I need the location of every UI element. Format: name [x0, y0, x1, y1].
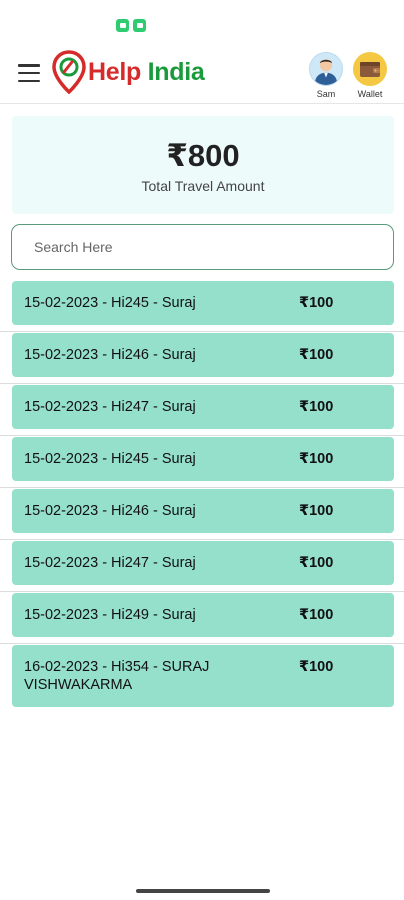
- total-amount-value: ₹800: [166, 138, 240, 173]
- trip-title: 15-02-2023 - Hi247 - Suraj: [24, 399, 196, 415]
- search-box: [11, 224, 394, 270]
- total-amount-label: Total Travel Amount: [141, 178, 265, 194]
- trip-amount: ₹100: [299, 295, 334, 311]
- search-input[interactable]: [12, 225, 393, 269]
- trip-item[interactable]: 16-02-2023 - Hi354 - SURAJ VISHWAKARMA ₹…: [12, 645, 394, 707]
- trip-item[interactable]: 15-02-2023 - Hi245 - Suraj ₹100: [12, 437, 394, 481]
- trip-item[interactable]: 15-02-2023 - Hi247 - Suraj ₹100: [12, 541, 394, 585]
- list-row: 15-02-2023 - Hi247 - Suraj ₹100: [0, 540, 404, 592]
- trip-item[interactable]: 15-02-2023 - Hi246 - Suraj ₹100: [12, 489, 394, 533]
- trip-item[interactable]: 15-02-2023 - Hi247 - Suraj ₹100: [12, 385, 394, 429]
- trip-title: 15-02-2023 - Hi245 - Suraj: [24, 295, 196, 311]
- trip-amount: ₹100: [299, 451, 334, 467]
- trip-title: 15-02-2023 - Hi246 - Suraj: [24, 503, 196, 519]
- profile-label: Sam: [316, 89, 336, 99]
- list-row: 15-02-2023 - Hi246 - Suraj ₹100: [0, 488, 404, 540]
- list-row: 15-02-2023 - Hi245 - Suraj ₹100: [0, 436, 404, 488]
- app-bar: Help India Sam Wallet: [0, 44, 404, 104]
- trip-amount: ₹100: [299, 555, 334, 571]
- total-amount-card: ₹800 Total Travel Amount: [12, 116, 394, 214]
- trip-title: 16-02-2023 - Hi354 - SURAJ VISHWAKARMA: [24, 659, 210, 693]
- trip-amount: ₹100: [299, 659, 334, 675]
- list-row: 15-02-2023 - Hi246 - Suraj ₹100: [0, 332, 404, 384]
- app-logo: Help India: [52, 50, 205, 94]
- wallet-label: Wallet: [357, 89, 383, 99]
- trip-item[interactable]: 15-02-2023 - Hi249 - Suraj ₹100: [12, 593, 394, 637]
- menu-icon[interactable]: [18, 64, 40, 82]
- trip-item[interactable]: 15-02-2023 - Hi245 - Suraj ₹100: [12, 281, 394, 325]
- brand-india: India: [147, 57, 205, 86]
- location-pin-icon: [52, 50, 86, 94]
- trip-title: 15-02-2023 - Hi245 - Suraj: [24, 451, 196, 467]
- user-avatar-icon: [309, 52, 343, 86]
- brand-help: Help: [88, 57, 141, 86]
- app-brand-name: Help India: [88, 57, 205, 87]
- list-row: 15-02-2023 - Hi247 - Suraj ₹100: [0, 384, 404, 436]
- trip-item[interactable]: 15-02-2023 - Hi246 - Suraj ₹100: [12, 333, 394, 377]
- gesture-nav-handle[interactable]: [136, 889, 270, 893]
- profile-button[interactable]: Sam: [306, 52, 346, 99]
- trip-title: 15-02-2023 - Hi249 - Suraj: [24, 607, 196, 623]
- trip-amount: ₹100: [299, 503, 334, 519]
- trip-amount: ₹100: [299, 347, 334, 363]
- status-bar: [0, 0, 404, 44]
- trip-title: 15-02-2023 - Hi246 - Suraj: [24, 347, 196, 363]
- trip-amount: ₹100: [299, 399, 334, 415]
- wallet-button[interactable]: Wallet: [350, 52, 390, 99]
- notification-icon: [116, 19, 129, 32]
- wallet-icon: [353, 52, 387, 86]
- message-icon: [133, 19, 146, 32]
- status-icons: [116, 19, 146, 32]
- trip-list: 15-02-2023 - Hi245 - Suraj ₹100 15-02-20…: [0, 280, 404, 713]
- list-row: 15-02-2023 - Hi249 - Suraj ₹100: [0, 592, 404, 644]
- trip-amount: ₹100: [299, 607, 334, 623]
- trip-title: 15-02-2023 - Hi247 - Suraj: [24, 555, 196, 571]
- list-row: 15-02-2023 - Hi245 - Suraj ₹100: [0, 280, 404, 332]
- list-row: 16-02-2023 - Hi354 - SURAJ VISHWAKARMA ₹…: [0, 644, 404, 713]
